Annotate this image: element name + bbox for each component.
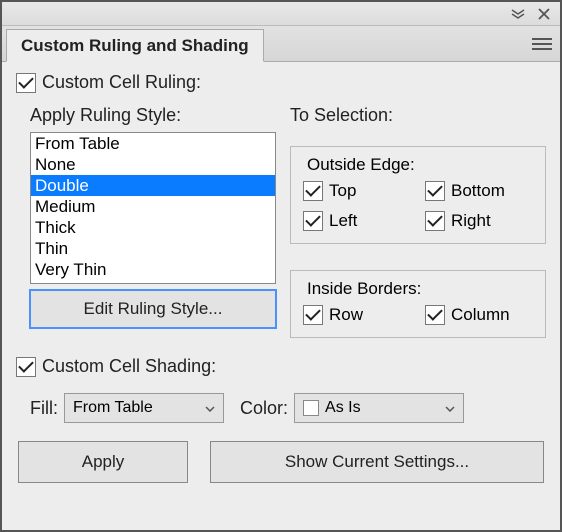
outside-left-label: Left (329, 211, 357, 231)
inside-column-label: Column (451, 305, 510, 325)
custom-cell-shading-checkbox[interactable] (16, 357, 36, 377)
ruling-style-listbox[interactable]: From Table None Double Medium Thick Thin… (30, 132, 276, 284)
dialog-content: Custom Cell Ruling: Apply Ruling Style: … (2, 62, 560, 530)
outside-bottom-checkbox[interactable] (425, 181, 445, 201)
titlebar (2, 2, 560, 26)
tab-custom-ruling[interactable]: Custom Ruling and Shading (6, 29, 264, 62)
collapse-icon[interactable] (508, 5, 528, 23)
list-item[interactable]: Medium (31, 196, 275, 217)
outside-right-label: Right (451, 211, 491, 231)
fill-label: Fill: (30, 398, 58, 419)
custom-cell-ruling-label: Custom Cell Ruling: (42, 72, 201, 93)
tab-bar: Custom Ruling and Shading (2, 26, 560, 62)
list-item[interactable]: Thin (31, 238, 275, 259)
outside-top-checkbox[interactable] (303, 181, 323, 201)
list-item[interactable]: Double (31, 175, 275, 196)
chevron-down-icon (445, 401, 455, 415)
to-selection-label: To Selection: (290, 105, 546, 126)
custom-cell-shading-row: Custom Cell Shading: (16, 356, 546, 377)
fill-select-value: From Table (73, 399, 153, 417)
color-swatch (303, 400, 319, 416)
chevron-down-icon (205, 401, 215, 415)
list-item[interactable]: Thick (31, 217, 275, 238)
panel-menu-icon[interactable] (532, 26, 552, 61)
outside-bottom-label: Bottom (451, 181, 505, 201)
custom-cell-ruling-checkbox[interactable] (16, 73, 36, 93)
show-current-settings-button[interactable]: Show Current Settings... (210, 441, 544, 483)
inside-borders-group: Inside Borders: Row Column (290, 270, 546, 338)
custom-cell-shading-label: Custom Cell Shading: (42, 356, 216, 377)
outside-right-checkbox[interactable] (425, 211, 445, 231)
list-item[interactable]: None (31, 154, 275, 175)
dialog-window: Custom Ruling and Shading Custom Cell Ru… (0, 0, 562, 532)
close-icon[interactable] (534, 5, 554, 23)
outside-top-label: Top (329, 181, 356, 201)
fill-select[interactable]: From Table (64, 393, 224, 423)
inside-column-checkbox[interactable] (425, 305, 445, 325)
apply-ruling-style-label: Apply Ruling Style: (30, 105, 276, 126)
inside-row-label: Row (329, 305, 363, 325)
color-select-value: As Is (325, 399, 361, 417)
inside-borders-legend: Inside Borders: (303, 279, 425, 299)
outside-edge-group: Outside Edge: Top Bottom Left (290, 146, 546, 244)
list-item[interactable]: From Table (31, 133, 275, 154)
apply-button[interactable]: Apply (18, 441, 188, 483)
outside-edge-legend: Outside Edge: (303, 155, 419, 175)
color-label: Color: (240, 398, 288, 419)
color-select[interactable]: As Is (294, 393, 464, 423)
edit-ruling-style-button[interactable]: Edit Ruling Style... (30, 290, 276, 328)
outside-left-checkbox[interactable] (303, 211, 323, 231)
inside-row-checkbox[interactable] (303, 305, 323, 325)
list-item[interactable]: Very Thin (31, 259, 275, 280)
custom-cell-ruling-row: Custom Cell Ruling: (16, 72, 546, 93)
